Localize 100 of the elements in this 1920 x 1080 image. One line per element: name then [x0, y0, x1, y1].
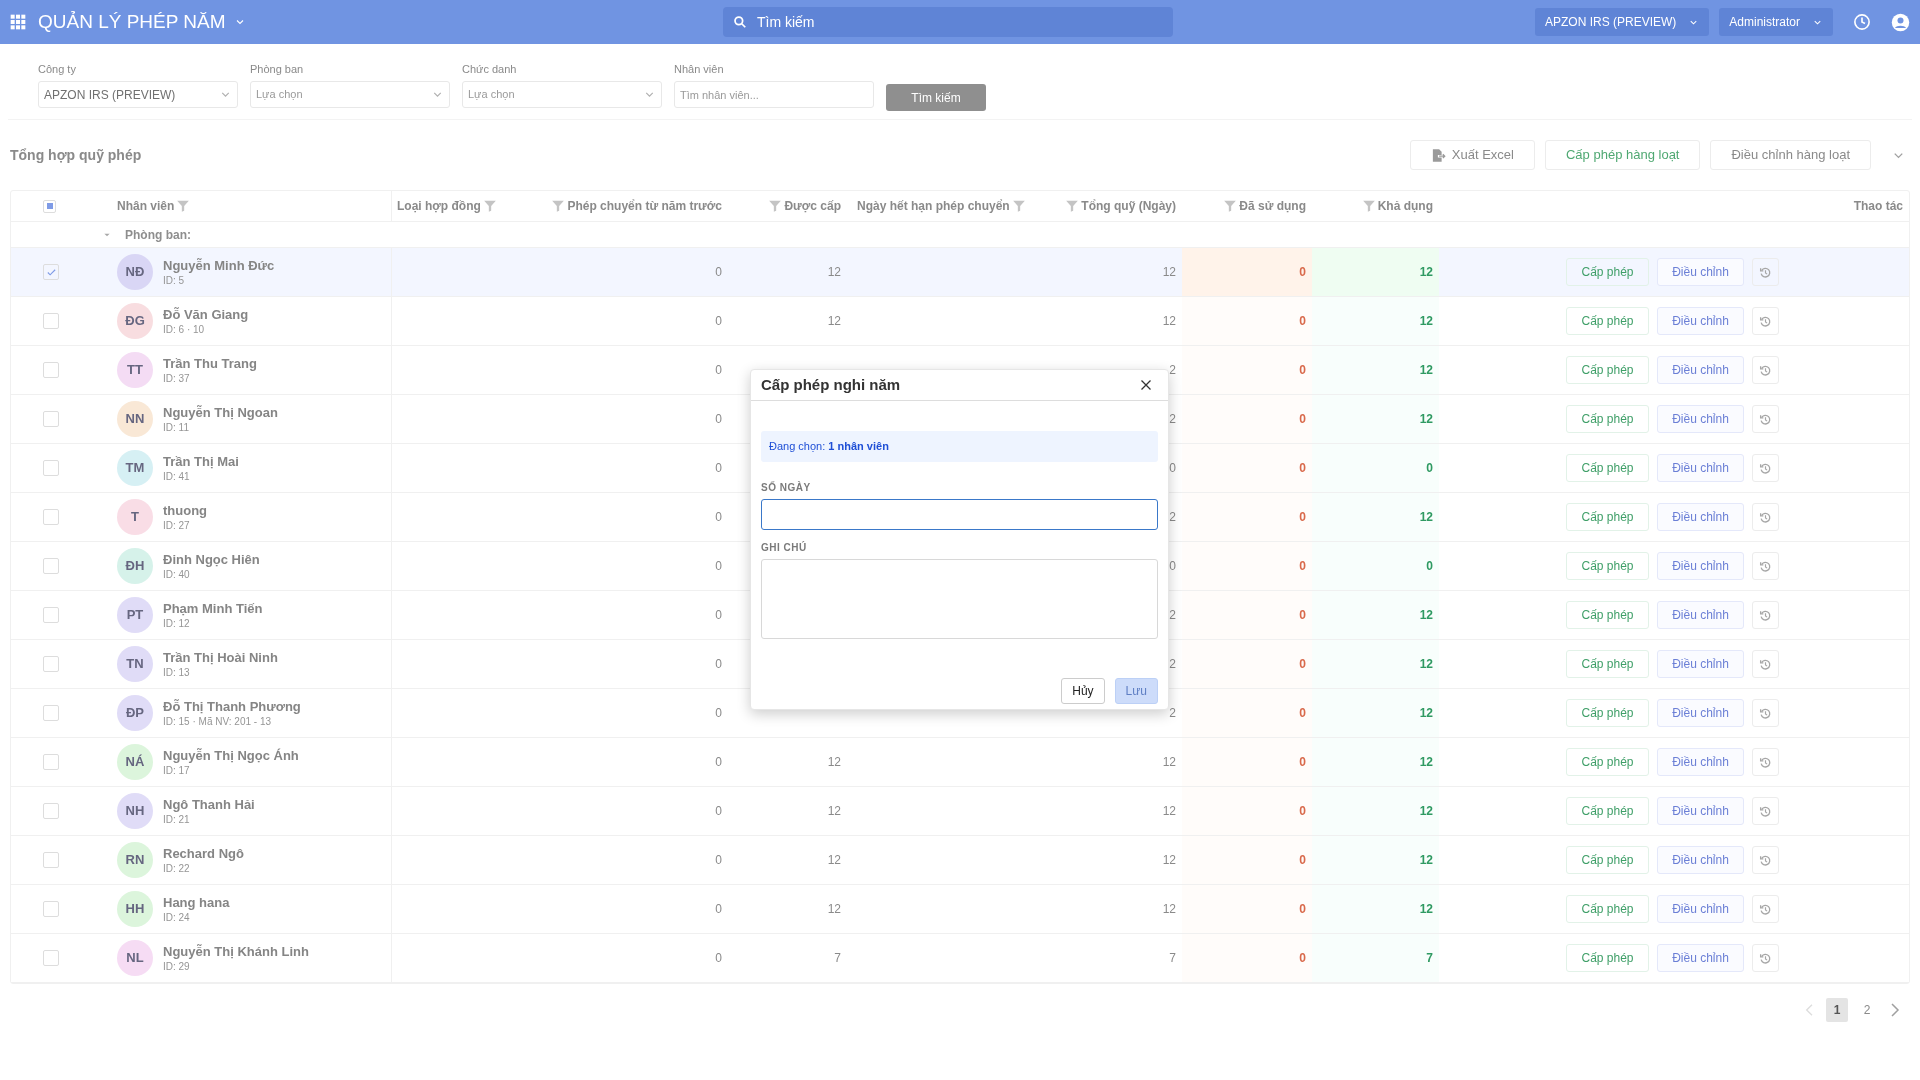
days-input-field[interactable] — [761, 499, 1158, 530]
adjust-button[interactable]: Điều chỉnh — [1657, 699, 1744, 727]
row-checkbox[interactable] — [43, 558, 59, 574]
table-cell-text: 2 — [1169, 656, 1176, 673]
cancel-button[interactable]: Hủy — [1061, 678, 1105, 704]
adjust-button[interactable]: Điều chỉnh — [1657, 601, 1744, 629]
adjust-button[interactable]: Điều chỉnh — [1657, 356, 1744, 384]
avatar: NÁ — [117, 744, 153, 780]
adjust-button[interactable]: Điều chỉnh — [1657, 650, 1744, 678]
employee-id: ID: 17 — [163, 763, 191, 778]
bulk-grant-button[interactable]: Cấp phép hàng loạt — [1545, 140, 1701, 170]
apps-grid-icon[interactable] — [10, 14, 26, 30]
row-checkbox[interactable] — [43, 754, 59, 770]
grant-button[interactable]: Cấp phép — [1566, 454, 1649, 482]
page-button[interactable]: 1 — [1826, 998, 1848, 1022]
filter-icon[interactable] — [176, 199, 191, 213]
history-button[interactable] — [1752, 650, 1779, 678]
search-field[interactable]: Tìm kiếm — [722, 7, 1173, 37]
history-button[interactable] — [1752, 307, 1779, 335]
app-title-menu[interactable]: QUẢN LÝ PHÉP NĂM — [38, 7, 246, 37]
row-checkbox[interactable] — [43, 411, 59, 427]
grant-button[interactable]: Cấp phép — [1566, 895, 1649, 923]
select-field[interactable]: Lựa chọn — [462, 81, 662, 108]
note-input-field[interactable] — [761, 559, 1158, 639]
adjust-button[interactable]: Điều chỉnh — [1657, 944, 1744, 972]
select-field[interactable]: Lựa chọn — [250, 81, 450, 108]
user-avatar-icon[interactable] — [1891, 12, 1910, 32]
bulk-adjust-button[interactable]: Điều chỉnh hàng loạt — [1710, 140, 1871, 170]
adjust-button[interactable]: Điều chỉnh — [1657, 503, 1744, 531]
row-checkbox[interactable] — [43, 460, 59, 476]
grant-button[interactable]: Cấp phép — [1566, 552, 1649, 580]
filter-icon[interactable] — [1065, 199, 1080, 213]
company-dropdown[interactable]: APZON IRS (PREVIEW) — [1534, 8, 1710, 36]
adjust-button[interactable]: Điều chỉnh — [1657, 258, 1744, 286]
grant-button[interactable]: Cấp phép — [1566, 307, 1649, 335]
employee-search-field[interactable]: Tìm nhân viên... — [674, 81, 874, 108]
table-cell-text: 12 — [1162, 901, 1176, 918]
table-cell-text: 0 — [1169, 460, 1176, 477]
adjust-button[interactable]: Điều chỉnh — [1657, 797, 1744, 825]
select-field[interactable]: APZON IRS (PREVIEW) — [38, 81, 238, 108]
clock-icon[interactable] — [1853, 13, 1871, 31]
filter-icon[interactable] — [1011, 199, 1026, 213]
avatar: RN — [117, 842, 153, 878]
select-all-checkbox[interactable] — [43, 199, 56, 213]
grant-button[interactable]: Cấp phép — [1566, 944, 1649, 972]
history-button[interactable] — [1752, 895, 1779, 923]
row-checkbox[interactable] — [43, 362, 59, 378]
history-button[interactable] — [1752, 356, 1779, 384]
history-button[interactable] — [1752, 601, 1779, 629]
grant-button[interactable]: Cấp phép — [1566, 258, 1649, 286]
history-button[interactable] — [1752, 797, 1779, 825]
adjust-button[interactable]: Điều chỉnh — [1657, 307, 1744, 335]
history-button[interactable] — [1752, 503, 1779, 531]
history-button[interactable] — [1752, 699, 1779, 727]
filter-icon[interactable] — [1361, 199, 1376, 213]
history-button[interactable] — [1752, 552, 1779, 580]
grant-button[interactable]: Cấp phép — [1566, 405, 1649, 433]
filter-icon[interactable] — [768, 199, 783, 213]
grant-button[interactable]: Cấp phép — [1566, 650, 1649, 678]
row-checkbox[interactable] — [43, 705, 59, 721]
filter-icon[interactable] — [482, 199, 497, 213]
row-checkbox[interactable] — [43, 656, 59, 672]
history-button[interactable] — [1752, 846, 1779, 874]
table-cell-text: 7 — [1169, 950, 1176, 967]
row-checkbox[interactable] — [43, 607, 59, 623]
grant-button[interactable]: Cấp phép — [1566, 748, 1649, 776]
row-checkbox[interactable] — [43, 803, 59, 819]
adjust-button[interactable]: Điều chỉnh — [1657, 895, 1744, 923]
avatar: ĐP — [117, 695, 153, 731]
grant-button[interactable]: Cấp phép — [1566, 797, 1649, 825]
close-icon[interactable] — [1140, 379, 1152, 391]
adjust-button[interactable]: Điều chỉnh — [1657, 454, 1744, 482]
history-button[interactable] — [1752, 454, 1779, 482]
grant-button[interactable]: Cấp phép — [1566, 601, 1649, 629]
history-button[interactable] — [1752, 405, 1779, 433]
row-checkbox[interactable] — [43, 901, 59, 917]
grant-button[interactable]: Cấp phép — [1566, 356, 1649, 384]
adjust-button[interactable]: Điều chỉnh — [1657, 552, 1744, 580]
row-checkbox[interactable] — [43, 509, 59, 525]
search-button[interactable]: Tìm kiếm — [886, 84, 986, 111]
grant-button[interactable]: Cấp phép — [1566, 503, 1649, 531]
grant-button[interactable]: Cấp phép — [1566, 846, 1649, 874]
history-button[interactable] — [1752, 258, 1779, 286]
filter-icon[interactable] — [1223, 199, 1238, 213]
row-checkbox[interactable] — [43, 950, 59, 966]
grant-button[interactable]: Cấp phép — [1566, 699, 1649, 727]
adjust-button[interactable]: Điều chỉnh — [1657, 846, 1744, 874]
adjust-button[interactable]: Điều chỉnh — [1657, 405, 1744, 433]
history-button[interactable] — [1752, 748, 1779, 776]
row-checkbox[interactable] — [43, 313, 59, 329]
user-dropdown[interactable]: Administrator — [1719, 8, 1833, 36]
employee-name: Hang hana — [163, 893, 230, 911]
row-checkbox[interactable] — [43, 852, 59, 868]
export-excel-button[interactable]: Xuất Excel — [1409, 140, 1535, 170]
table-cell-text: 7 — [1426, 950, 1433, 967]
adjust-button[interactable]: Điều chỉnh — [1657, 748, 1744, 776]
employee-name: Đinh Ngọc Hiên — [163, 550, 260, 568]
row-checkbox[interactable] — [43, 264, 59, 280]
filter-icon[interactable] — [551, 199, 566, 213]
history-button[interactable] — [1752, 944, 1779, 972]
